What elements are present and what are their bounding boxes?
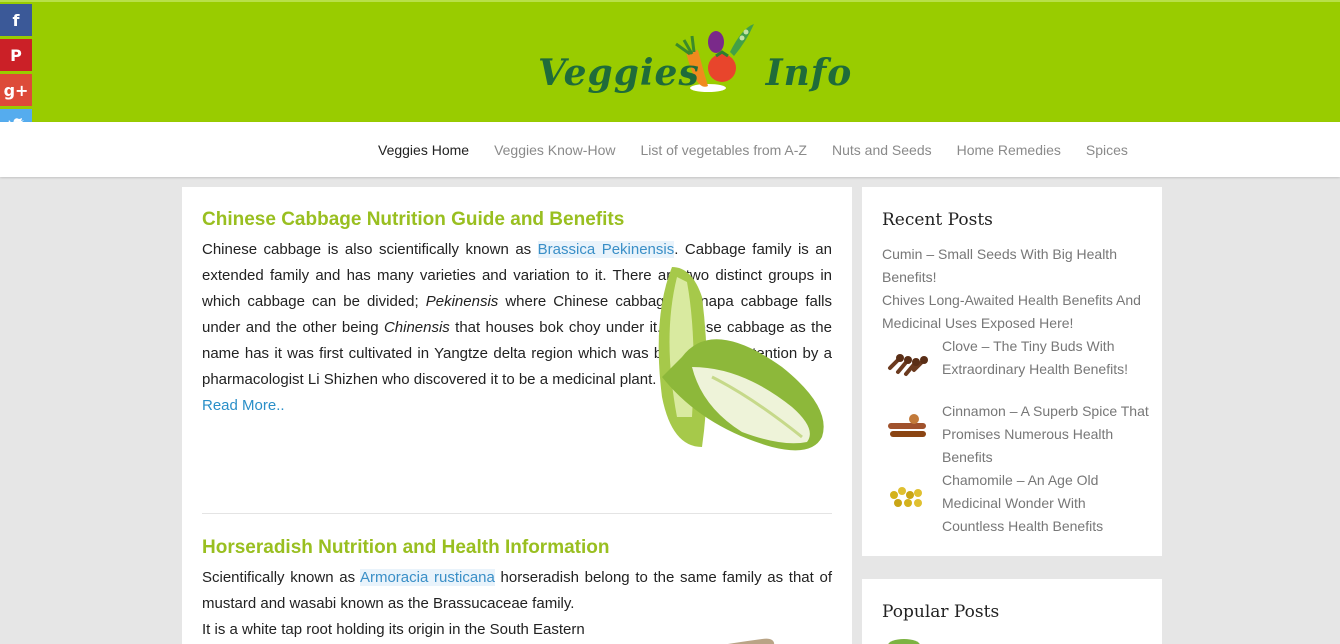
excerpt-italic: Pekinensis xyxy=(425,293,499,310)
nav-item-nuts-and-seeds[interactable]: Nuts and Seeds xyxy=(832,142,932,158)
recent-post-title-line: Chives Long-Awaited Health Benefits And xyxy=(882,292,1141,308)
nav-item-veggies-home[interactable]: Veggies Home xyxy=(378,142,469,158)
site-logo[interactable]: Veggies Info xyxy=(536,22,851,102)
recent-post-item[interactable]: Cinnamon – A Superb Spice That Promises … xyxy=(942,400,1149,469)
recent-post-title-line: Countless Health Benefits xyxy=(942,518,1104,534)
main-navigation: Veggies Home Veggies Know-How List of vege… xyxy=(0,122,1340,177)
recent-post-title-line: Medicinal Uses Exposed Here! xyxy=(882,315,1074,331)
keyword-link[interactable]: Brassica Pekinensis xyxy=(537,241,675,258)
popular-posts-widget: Popular Posts xyxy=(862,579,1162,644)
excerpt-text: Chinese cabbage is also scientifically k… xyxy=(202,241,538,258)
nav-menu: Veggies Home Veggies Know-How List of vege… xyxy=(378,122,1153,177)
recent-post-title-line: Chamomile – An Age Old xyxy=(942,472,1099,488)
logo-text-veggies: Veggies xyxy=(538,52,700,94)
popular-post-thumbnail[interactable] xyxy=(884,637,930,644)
recent-post-item[interactable]: Cumin – Small Seeds With Big Health Bene… xyxy=(882,243,1117,289)
read-more-link[interactable]: Read More.. xyxy=(202,393,285,419)
nav-item-home-remedies[interactable]: Home Remedies xyxy=(957,142,1061,158)
chinese-cabbage-image[interactable] xyxy=(632,257,832,457)
chamomile-thumbnail[interactable] xyxy=(884,481,930,515)
recent-post-title-line: Benefits xyxy=(942,449,993,465)
recent-post-title-line: Cinnamon – A Superb Spice That xyxy=(942,403,1149,419)
recent-posts-widget: Recent Posts Cumin – Small Seeds With Bi… xyxy=(862,187,1162,556)
horseradish-image[interactable] xyxy=(642,617,782,644)
excerpt-italic: Chinensis xyxy=(383,319,450,336)
clove-thumbnail[interactable] xyxy=(884,348,930,382)
widget-title: Popular Posts xyxy=(882,602,1000,622)
pinterest-icon: P xyxy=(10,45,22,65)
facebook-icon: f xyxy=(12,10,20,30)
facebook-share-button[interactable]: f xyxy=(0,4,32,36)
post-title[interactable]: Horseradish Nutrition and Health Informa… xyxy=(202,537,832,559)
nav-item-veggies-know-how[interactable]: Veggies Know-How xyxy=(494,142,615,158)
post-excerpt-2: It is a white tap root holding its origi… xyxy=(202,621,585,638)
widget-title: Recent Posts xyxy=(882,210,993,230)
post-excerpt: Scientifically known as Armoracia rustic… xyxy=(202,565,832,617)
excerpt-text: Scientifically known as xyxy=(202,569,360,586)
logo-text-info: Info xyxy=(765,52,853,94)
recent-post-item[interactable]: Chives Long-Awaited Health Benefits And … xyxy=(882,289,1141,335)
nav-item-list-of-vegetables-from-a-z[interactable]: List of vegetables from A-Z xyxy=(640,142,807,158)
recent-post-item[interactable]: Clove – The Tiny Buds With Extraordinary… xyxy=(942,335,1128,381)
recent-post-title-line: Extraordinary Health Benefits! xyxy=(942,361,1128,377)
googleplus-share-button[interactable]: g+ xyxy=(0,74,32,106)
recent-post-title-line: Clove – The Tiny Buds With xyxy=(942,338,1115,354)
post-title[interactable]: Chinese Cabbage Nutrition Guide and Bene… xyxy=(202,209,832,231)
recent-post-title-line: Benefits! xyxy=(882,269,937,285)
post-divider xyxy=(202,513,832,514)
recent-post-title-line: Medicinal Wonder With xyxy=(942,495,1086,511)
logo-text: Veggies Info xyxy=(538,52,852,94)
main-content: Chinese Cabbage Nutrition Guide and Bene… xyxy=(182,187,852,644)
nav-item-spices[interactable]: Spices xyxy=(1086,142,1128,158)
keyword-link[interactable]: Armoracia rusticana xyxy=(359,569,495,586)
cinnamon-thumbnail[interactable] xyxy=(884,411,930,445)
pinterest-share-button[interactable]: P xyxy=(0,39,32,71)
recent-post-title-line: Promises Numerous Health xyxy=(942,426,1114,442)
recent-post-item[interactable]: Chamomile – An Age Old Medicinal Wonder … xyxy=(942,469,1103,538)
googleplus-icon: g+ xyxy=(3,80,29,100)
recent-post-title-line: Cumin – Small Seeds With Big Health xyxy=(882,246,1117,262)
site-header: Veggies Info xyxy=(0,0,1340,122)
